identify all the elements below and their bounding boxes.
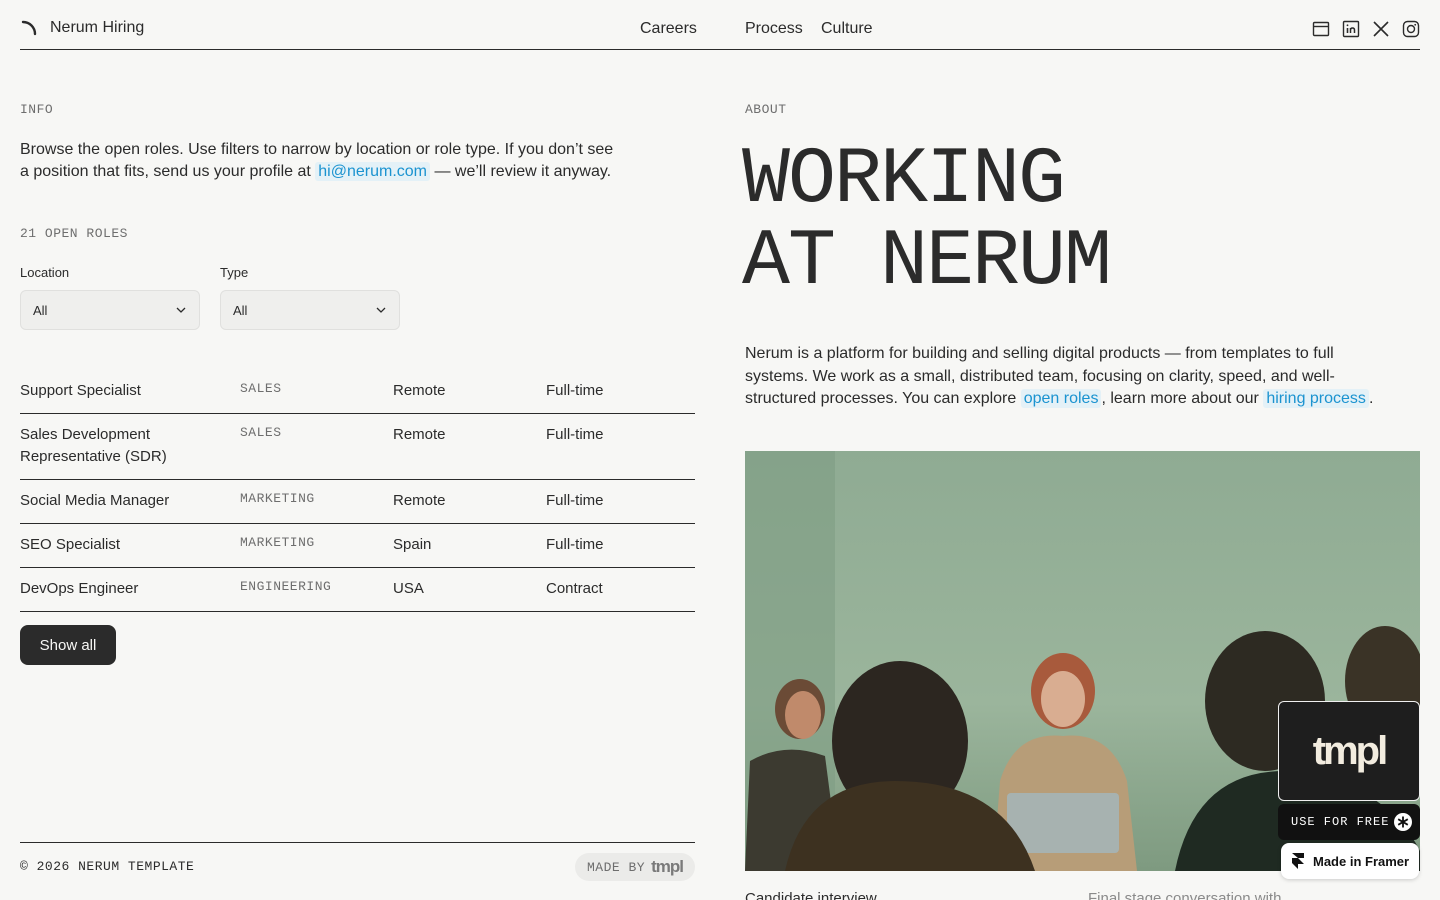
about-text-3: . bbox=[1368, 390, 1374, 407]
role-type: Full-time bbox=[546, 492, 604, 509]
tmpl-promo-card[interactable]: tmpl bbox=[1278, 701, 1420, 801]
browser-icon[interactable] bbox=[1312, 20, 1330, 38]
about-text: Nerum is a platform for building and sel… bbox=[745, 343, 1385, 411]
show-all-button[interactable]: Show all bbox=[20, 625, 116, 665]
brand-logo-icon bbox=[21, 20, 37, 36]
role-title: Support Specialist bbox=[20, 382, 141, 399]
nav-culture[interactable]: Culture bbox=[821, 20, 873, 38]
brand[interactable]: Nerum Hiring bbox=[20, 19, 144, 37]
role-row[interactable]: DevOps Engineer ENGINEERING USA Contract bbox=[20, 568, 695, 612]
use-for-free-button[interactable]: USE FOR FREE bbox=[1278, 804, 1420, 840]
location-select[interactable]: All bbox=[20, 290, 200, 330]
nav-process[interactable]: Process bbox=[745, 20, 803, 38]
framer-icon bbox=[1292, 853, 1304, 869]
info-label: INFO bbox=[20, 102, 54, 117]
role-department: SALES bbox=[240, 425, 282, 440]
footer: © 2026 NERUM TEMPLATE MADE BY tmpl bbox=[20, 842, 695, 900]
asterisk-icon bbox=[1394, 813, 1412, 831]
social-links bbox=[1312, 20, 1420, 38]
role-row[interactable]: Support Specialist SALES Remote Full-tim… bbox=[20, 370, 695, 414]
type-select[interactable]: All bbox=[220, 290, 400, 330]
type-filter-label: Type bbox=[220, 265, 249, 280]
role-title: DevOps Engineer bbox=[20, 580, 139, 597]
info-text-after: — we’ll review it anyway. bbox=[434, 163, 612, 180]
made-by-label: MADE BY bbox=[587, 859, 646, 875]
instagram-icon[interactable] bbox=[1402, 20, 1420, 38]
role-location: Remote bbox=[393, 492, 446, 509]
open-roles-link[interactable]: open roles bbox=[1020, 389, 1102, 408]
role-title: Social Media Manager bbox=[20, 492, 170, 509]
role-type: Full-time bbox=[546, 382, 604, 399]
about-label: ABOUT bbox=[745, 102, 787, 117]
chevron-down-icon bbox=[376, 307, 386, 313]
location-select-value: All bbox=[33, 302, 48, 318]
photo-caption-title: Candidate interview bbox=[745, 890, 877, 900]
copyright: © 2026 NERUM TEMPLATE bbox=[20, 859, 195, 874]
page-title-line-1: WORKING bbox=[742, 135, 1066, 226]
location-filter-label: Location bbox=[20, 265, 70, 280]
made-in-framer-label: Made in Framer bbox=[1313, 853, 1410, 869]
roles-table: Support Specialist SALES Remote Full-tim… bbox=[20, 370, 695, 612]
hiring-process-link[interactable]: hiring process bbox=[1263, 389, 1369, 408]
role-location: Remote bbox=[393, 382, 446, 399]
tmpl-logo: tmpl bbox=[651, 857, 684, 876]
chevron-down-icon bbox=[176, 307, 186, 313]
type-select-value: All bbox=[233, 302, 248, 318]
about-text-2: , learn more about our bbox=[1101, 390, 1259, 407]
nav-careers[interactable]: Careers bbox=[640, 20, 697, 38]
role-row[interactable]: Sales Development Representative (SDR) S… bbox=[20, 414, 695, 480]
role-location: Spain bbox=[393, 536, 432, 553]
photo-caption-text: Final stage conversation with bbox=[1088, 890, 1282, 900]
role-type: Contract bbox=[546, 580, 603, 597]
x-icon[interactable] bbox=[1372, 20, 1390, 38]
role-location: USA bbox=[393, 580, 424, 597]
made-by-badge[interactable]: MADE BY tmpl bbox=[575, 853, 695, 881]
location-filter: Location All bbox=[20, 265, 200, 330]
info-text: Browse the open roles. Use filters to na… bbox=[20, 139, 620, 183]
type-filter: Type All bbox=[220, 265, 400, 330]
made-in-framer-badge[interactable]: Made in Framer bbox=[1281, 843, 1419, 879]
page-title-line-2: AT NERUM bbox=[742, 217, 1112, 308]
role-type: Full-time bbox=[546, 536, 604, 553]
use-for-free-label: USE FOR FREE bbox=[1291, 815, 1390, 829]
role-title: Sales Development Representative (SDR) bbox=[20, 426, 167, 465]
brand-name: Nerum Hiring bbox=[50, 19, 145, 36]
role-department: MARKETING bbox=[240, 535, 315, 550]
email-link[interactable]: hi@nerum.com bbox=[315, 162, 430, 181]
tmpl-promo-logo: tmpl bbox=[1312, 728, 1388, 773]
linkedin-icon[interactable] bbox=[1342, 20, 1360, 38]
page-title: WORKING AT NERUM bbox=[742, 135, 1112, 308]
role-row[interactable]: SEO Specialist MARKETING Spain Full-time bbox=[20, 524, 695, 568]
role-row[interactable]: Social Media Manager MARKETING Remote Fu… bbox=[20, 480, 695, 524]
role-title: SEO Specialist bbox=[20, 536, 121, 553]
role-department: ENGINEERING bbox=[240, 579, 332, 594]
open-roles-count: 21 OPEN ROLES bbox=[20, 226, 128, 241]
role-location: Remote bbox=[393, 426, 446, 443]
role-type: Full-time bbox=[546, 426, 604, 443]
role-department: SALES bbox=[240, 381, 282, 396]
role-department: MARKETING bbox=[240, 491, 315, 506]
site-header: Nerum Hiring Careers Process Culture bbox=[20, 0, 1420, 50]
